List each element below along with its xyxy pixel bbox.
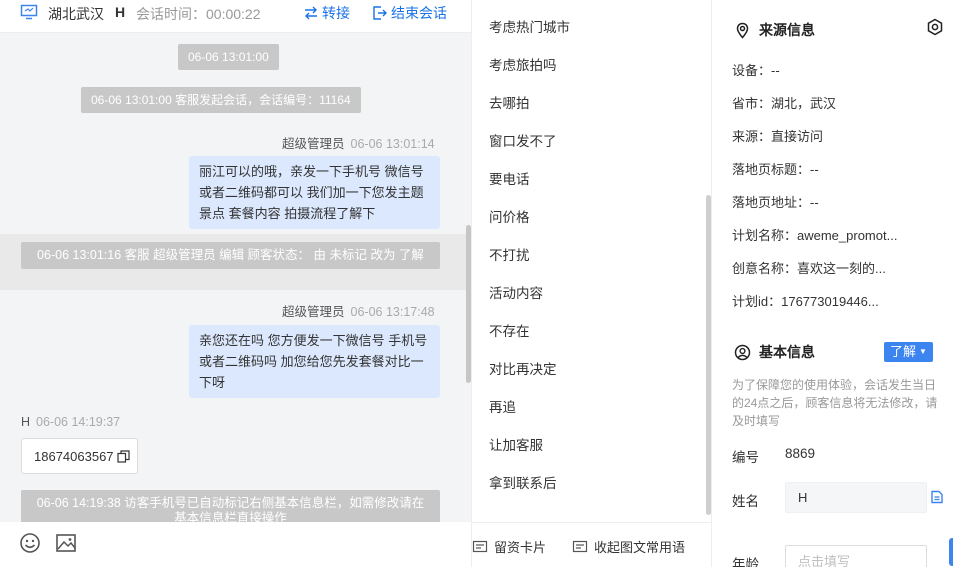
- end-session-button[interactable]: 结束会话: [372, 3, 447, 23]
- message-list[interactable]: 06-06 13:01:00 06-06 13:01:00 客服发起会话，会话编…: [0, 33, 471, 522]
- age-field[interactable]: 点击填写: [785, 545, 927, 567]
- origin-field: 来源：直接访问: [732, 129, 824, 144]
- id-label: 编号: [732, 450, 759, 465]
- phrase-item[interactable]: 再追: [489, 396, 516, 416]
- message-sender: 超级管理员 06-06 13:01:14: [282, 137, 435, 151]
- agent-message-bubble: 丽江可以的哦，亲发一下手机号 微信号或者二维码都可以 我们加一下您发主题景点 套…: [189, 156, 440, 229]
- monitor-icon: [20, 4, 38, 20]
- edit-notice: 为了保障您的使用体验，会话发生当日的24点之后，顾客信息将无法修改，请及时填写: [732, 378, 938, 428]
- creative-name-field: 创意名称：喜欢这一刻的...: [732, 261, 886, 276]
- plan-name-field: 计划名称：aweme_promot...: [732, 228, 898, 243]
- message-sender: 超级管理员 06-06 13:17:48: [282, 305, 435, 319]
- customer-info-panel: 来源信息 设备：-- 省市：湖北，武汉 来源：直接访问 落地页标题：-- 落地页…: [712, 0, 953, 567]
- name-label: 姓名: [732, 494, 759, 509]
- caret-down-icon: ▼: [919, 347, 927, 356]
- emoji-icon[interactable]: [19, 532, 41, 554]
- session-time: 会话时间：00:00:22: [136, 6, 261, 22]
- visitor-location: 湖北武汉: [48, 6, 104, 22]
- system-message: 06-06 14:19:38 访客手机号已自动标记右侧基本信息栏，如需修改请在基…: [21, 490, 440, 522]
- phrase-item[interactable]: 考虑旅拍吗: [489, 54, 557, 74]
- age-label: 年龄: [732, 557, 759, 567]
- transfer-button[interactable]: 转接: [303, 3, 350, 23]
- source-info-title: 来源信息: [734, 20, 815, 40]
- phrase-toolbar: 留资卡片 收起图文常用语: [472, 522, 711, 567]
- phrase-item[interactable]: 问价格: [489, 206, 530, 226]
- chat-header: 湖北武汉 H 会话时间：00:00:22 转接 结束会话: [0, 0, 471, 33]
- message-sender: H 06-06 14:19:37: [21, 415, 121, 429]
- phrase-scrollbar[interactable]: [706, 195, 711, 515]
- side-drawer-tab[interactable]: [949, 538, 953, 566]
- session-start-notice: 06-06 13:01:00 客服发起会话，会话编号：11164: [81, 87, 361, 113]
- chat-panel: 湖北武汉 H 会话时间：00:00:22 转接 结束会话 06-06 13:01…: [0, 0, 471, 567]
- phrase-item[interactable]: 去哪拍: [489, 92, 530, 112]
- visitor-phone-message[interactable]: 18674063567: [21, 438, 138, 474]
- time-divider: 06-06 13:01:00: [178, 44, 279, 70]
- agent-message-bubble: 亲您还在吗 您方便发一下微信号 手机号或者二维码吗 加您给您先发套餐对比一下呀: [189, 325, 440, 398]
- landing-title-field: 落地页标题：--: [732, 162, 819, 177]
- phrase-item[interactable]: 让加客服: [489, 434, 543, 454]
- name-field[interactable]: H: [785, 482, 927, 513]
- transfer-label: 转接: [322, 5, 350, 21]
- end-session-label: 结束会话: [391, 5, 447, 21]
- image-icon[interactable]: [55, 532, 77, 554]
- card-icon: [472, 540, 488, 552]
- phrase-item[interactable]: 窗口发不了: [489, 130, 557, 150]
- edit-icon[interactable]: [930, 490, 944, 504]
- phrase-item[interactable]: 不打扰: [489, 244, 530, 264]
- system-message: 06-06 13:01:16 客服 超级管理员 编辑 顾客状态： 由 未标记 改…: [21, 242, 440, 269]
- settings-icon[interactable]: [926, 18, 944, 36]
- lead-card-button[interactable]: 留资卡片: [472, 537, 546, 556]
- phrase-item[interactable]: 考虑热门城市: [489, 16, 570, 36]
- phrase-item[interactable]: 要电话: [489, 168, 530, 188]
- phrase-item[interactable]: 对比再决定: [489, 358, 557, 378]
- transfer-icon: [305, 6, 317, 20]
- customer-status-dropdown[interactable]: 了解 ▼: [884, 342, 933, 362]
- user-icon: [734, 344, 751, 360]
- quick-phrase-panel: 考虑热门城市 考虑旅拍吗 去哪拍 窗口发不了 要电话 问价格 不打扰 活动内容 …: [471, 0, 712, 567]
- id-value: 8869: [785, 446, 816, 461]
- phrase-item[interactable]: 活动内容: [489, 282, 543, 302]
- exit-icon: [373, 6, 387, 20]
- visitor-name: H: [115, 4, 126, 20]
- chat-toolbar: [0, 522, 471, 567]
- phrase-item[interactable]: 拿到联系后: [489, 472, 557, 492]
- chat-workspace: 湖北武汉 H 会话时间：00:00:22 转接 结束会话 06-06 13:01…: [0, 0, 953, 567]
- message-icon: [572, 540, 588, 552]
- phrase-item[interactable]: 不存在: [489, 320, 530, 340]
- landing-url-field: 落地页地址：--: [732, 195, 819, 210]
- plan-id-field: 计划id：176773019446...: [732, 294, 879, 309]
- location-pin-icon: [736, 22, 749, 39]
- copy-icon[interactable]: [116, 449, 130, 463]
- device-field: 设备：--: [732, 63, 780, 78]
- collapse-phrases-button[interactable]: 收起图文常用语: [572, 537, 685, 556]
- region-field: 省市：湖北，武汉: [732, 96, 837, 111]
- basic-info-title: 基本信息: [734, 342, 815, 362]
